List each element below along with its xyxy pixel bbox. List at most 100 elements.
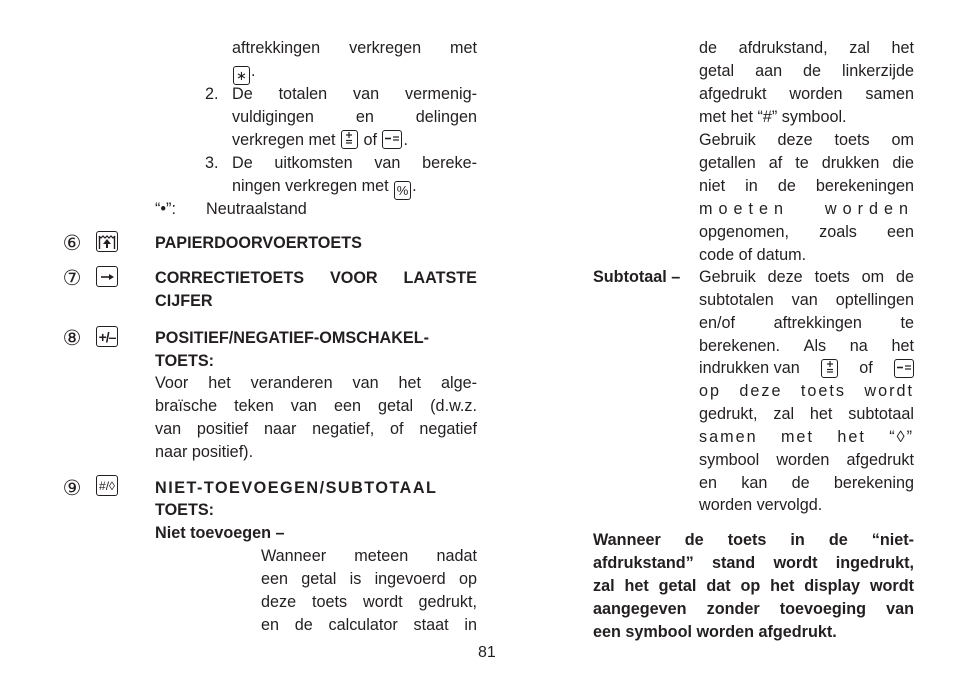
word: positief (196, 420, 249, 438)
word: van (352, 374, 379, 392)
text: ningen verkregen met (232, 177, 389, 195)
word: in (745, 177, 758, 195)
body-line: Gebruik deze toets om (699, 129, 914, 152)
word: de (791, 474, 810, 492)
word: getal (378, 397, 414, 415)
word: het (891, 337, 914, 355)
text: of (859, 359, 873, 377)
word: die (892, 154, 914, 172)
word: berekenen. (699, 337, 781, 355)
word: in (790, 531, 805, 549)
word: braïsche (155, 397, 218, 415)
word: het (809, 405, 833, 423)
word: aangegeven (593, 600, 687, 618)
punctuation: . (251, 62, 256, 80)
body-line: deze toets wordt gedrukt, (261, 591, 477, 614)
word: calculator (328, 616, 398, 634)
word: op (458, 570, 477, 588)
word: de (294, 616, 313, 634)
word: display (804, 577, 861, 595)
word: niet (699, 177, 726, 195)
non-add-subtotal-icon: #/◊ (96, 475, 118, 496)
word: nadat (436, 547, 477, 565)
word: van (374, 154, 401, 172)
word: en/of (699, 314, 736, 332)
word: van (353, 85, 380, 103)
word: de (699, 39, 718, 57)
word: om (891, 131, 914, 149)
word: de (895, 268, 914, 286)
body-line: van positief naar negatief, of negatief (155, 418, 477, 441)
word: de (684, 531, 704, 549)
word: afgedrukt (699, 85, 767, 103)
section-number-7: ⑦ (62, 267, 82, 290)
word: van (886, 600, 914, 618)
word: optellingen (835, 291, 914, 309)
section-heading: CORRECTIETOETS VOOR LAATSTE (155, 267, 477, 290)
word: de (777, 177, 796, 195)
paper-feed-icon (96, 231, 118, 252)
section-number-6: ⑥ (62, 232, 82, 255)
body-line: en de calculator staat in (261, 614, 477, 637)
word: van (791, 291, 818, 309)
word: toets (800, 382, 847, 400)
word: het (398, 374, 422, 392)
section-number-9: ⑨ (62, 477, 82, 500)
word: van (290, 397, 317, 415)
word: Gebruik (699, 268, 756, 286)
word: gedrukt, (418, 593, 477, 611)
body-line: Wanneer meteen nadat (261, 545, 477, 568)
minus-equals-key-icon (382, 130, 403, 149)
body-line: braïsche teken van een getal (d.w.z. (155, 395, 477, 418)
body-line: naar positief). (155, 443, 254, 461)
word: wordt (869, 577, 914, 595)
word: toevoeging (779, 600, 867, 618)
word: getal (699, 62, 735, 80)
word: zonder (706, 600, 760, 618)
word: op (740, 577, 761, 595)
word: stand (712, 554, 756, 572)
section-heading: POSITIEF/NEGATIEF-OMSCHAKEL- (155, 329, 429, 347)
word: in (464, 616, 477, 634)
word: Wanneer (261, 547, 327, 565)
body-line: samen met het “◊” (699, 426, 914, 449)
subheading-niet-toevoegen: Niet toevoegen – (155, 524, 285, 542)
body-line: worden vervolgd. (699, 496, 823, 514)
word: zoals (819, 223, 857, 241)
word: VOOR (329, 269, 378, 287)
word: moeten (699, 200, 789, 218)
neutral-text: Neutraalstand (206, 200, 307, 218)
body-line: opgenomen, zoals een (699, 221, 914, 244)
note-line: een symbool worden afgedrukt. (593, 623, 837, 641)
word: toets (834, 131, 870, 149)
word: verkregen (349, 39, 422, 57)
word: van (155, 420, 182, 438)
word: toets (727, 531, 767, 549)
word: afdrukstand” (593, 554, 694, 572)
word: delingen (415, 108, 477, 126)
word: toets (312, 593, 348, 611)
word: symbool (699, 451, 760, 469)
word: de (828, 531, 848, 549)
neutral-label: “•”: (155, 200, 176, 218)
list-number: 3. (205, 154, 219, 172)
minus-equals-key-icon (893, 359, 914, 378)
text-line: verkregen met of . (232, 129, 408, 152)
word: deze (777, 131, 813, 149)
text: indrukken van (699, 359, 800, 377)
word: en (261, 616, 280, 634)
word: negatief (419, 420, 477, 438)
section-heading: CIJFER (155, 292, 213, 310)
word: getal (658, 577, 697, 595)
word: wordt (363, 593, 403, 611)
text: of (363, 131, 377, 149)
word: deze (739, 382, 783, 400)
body-line: symbool worden afgedrukt (699, 449, 914, 472)
word: drukken (821, 154, 880, 172)
word: het (837, 428, 866, 446)
word: linkerzijde (842, 62, 914, 80)
arrow-right-icon (96, 266, 118, 287)
word: De (232, 85, 253, 103)
text-line: De uitkomsten van bereke- (232, 152, 477, 175)
word: naar (263, 420, 297, 438)
